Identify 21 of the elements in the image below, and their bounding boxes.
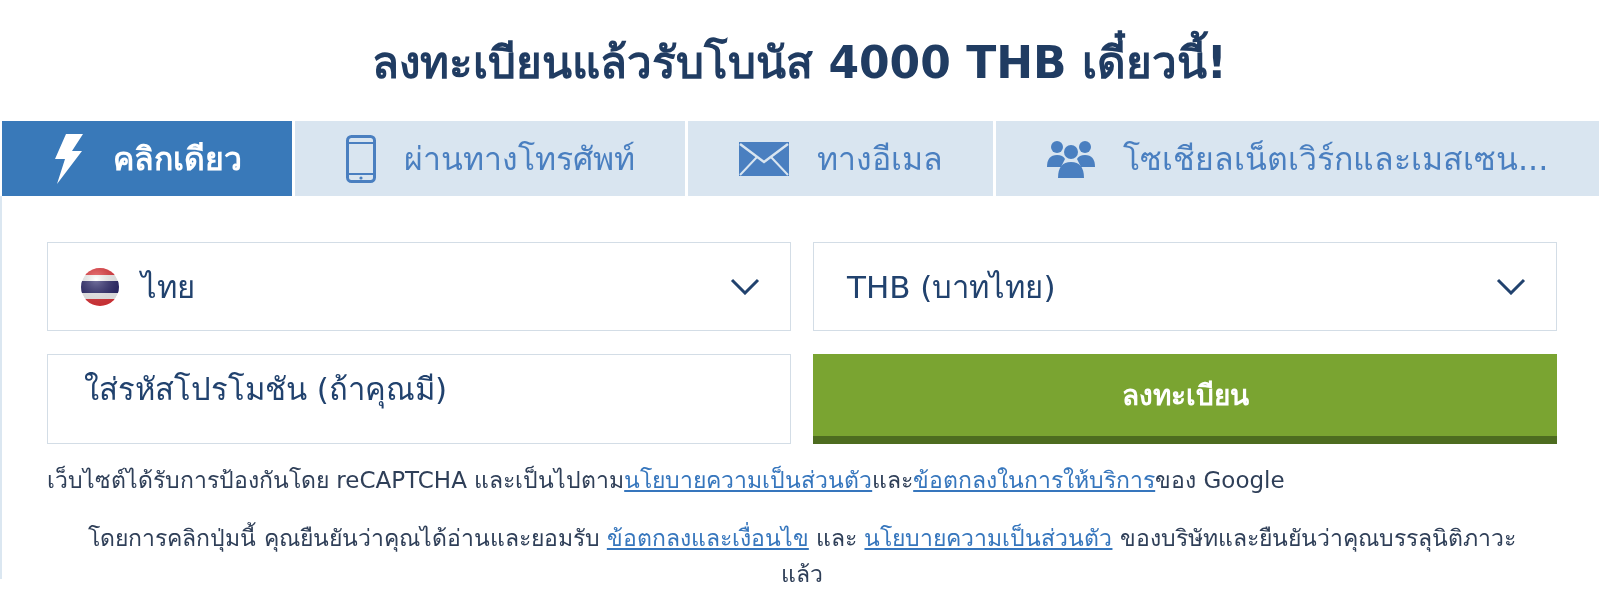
tab[interactable]: โซเชียลเน็ตเวิร์กและเมสเซน... xyxy=(996,121,1599,196)
people-group-icon xyxy=(1046,139,1095,178)
tab[interactable]: คลิกเดียว xyxy=(2,121,293,196)
tab[interactable]: ผ่านทางโทรศัพท์ xyxy=(295,121,686,196)
smartphone-icon xyxy=(345,134,376,183)
currency-select[interactable]: THB (บาทไทย) xyxy=(813,242,1557,331)
thailand-flag-icon xyxy=(81,267,119,306)
promo-code-field[interactable]: ใส่รหัสโปรโมชัน (ถ้าคุณมี) xyxy=(47,354,791,444)
register-button[interactable]: ลงทะเบียน xyxy=(813,354,1557,444)
recaptcha-notice: เว็บไซต์ได้รับการป้องกันโดย reCAPTCHA และเป็นไปตามนโยบายความเป็นส่วนตัวและข้อตกลงในการให้บริการของ Google xyxy=(47,464,1286,495)
envelope-icon xyxy=(738,141,789,176)
link[interactable]: นโยบายความเป็นส่วนตัว xyxy=(624,467,873,493)
country-select[interactable]: ไทย xyxy=(47,242,791,331)
consent-notice: โดยการคลิกปุ่มนี้ คุณยืนยันว่าคุณได้อ่านและยอมรับ ข้อตกลงและเงื่อนไข และ นโยบายความเป็นส่วนตัว ของบริษัทและยืนยันว่าคุณบรรลุนิติภาวะแล้ว xyxy=(74,520,1530,592)
chevron-down-icon xyxy=(730,278,760,295)
tab[interactable]: ทางอีเมล xyxy=(688,121,994,196)
link[interactable]: ข้อตกลงในการให้บริการ xyxy=(913,467,1156,493)
lightning-bolt-icon xyxy=(52,133,85,184)
page-heading: ลงทะเบียนแล้วรับโบนัส 4000 THB เดี๋ยวนี้! xyxy=(0,0,1599,121)
chevron-down-icon xyxy=(1496,278,1526,295)
link[interactable]: นโยบายความเป็นส่วนตัว xyxy=(864,525,1113,551)
